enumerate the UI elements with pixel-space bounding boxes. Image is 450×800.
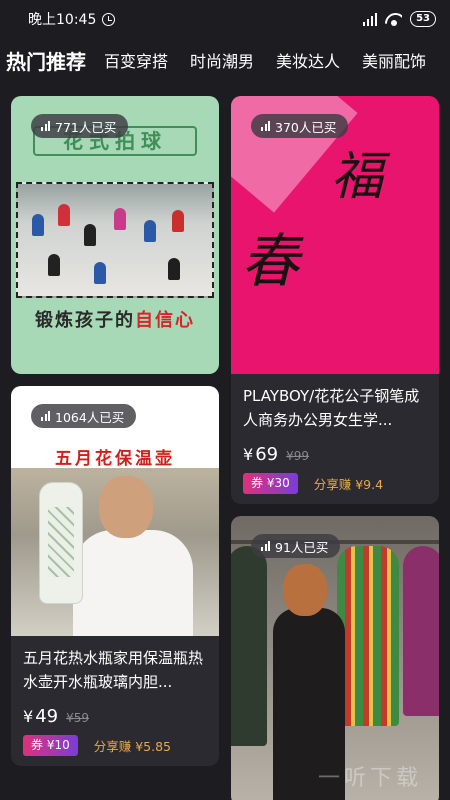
flask-shape	[39, 482, 83, 604]
buyers-bars-icon	[41, 121, 50, 131]
product-image	[231, 516, 439, 800]
promo-row: 券 ¥10 分享赚 ¥5.85	[23, 735, 207, 756]
category-tabs: 热门推荐 百变穿搭 时尚潮男 美妆达人 美丽配饰	[0, 40, 450, 80]
watermark: 一听下载	[318, 766, 423, 791]
share-earn[interactable]: 分享赚 ¥9.4	[314, 474, 383, 493]
left-column: 771人已买 花式拍球 锻炼孩子的自信心 1064人已买 五月花保温壶 五月花热…	[11, 96, 219, 778]
calligraphy-char-1: 福	[331, 147, 384, 207]
product-card-ball[interactable]: 771人已买 花式拍球 锻炼孩子的自信心	[11, 96, 219, 374]
image-heading: 五月花保温壶	[55, 449, 175, 469]
kids-photo	[16, 182, 214, 298]
buyers-count: 91人已买	[275, 539, 329, 555]
share-earn[interactable]: 分享赚 ¥5.85	[94, 736, 171, 755]
status-bar: 晚上10:45 53	[0, 0, 450, 38]
status-indicators: 53	[362, 11, 436, 27]
product-card-dress[interactable]: 91人已买	[231, 516, 439, 800]
flask-photo	[11, 468, 219, 636]
card-info: PLAYBOY/花花公子钢笔成人商务办公男女生学... ¥69 ¥99 券 ¥3…	[231, 374, 439, 504]
tab-hot-recommend[interactable]: 热门推荐	[6, 46, 86, 75]
status-time: 晚上10:45	[28, 12, 97, 28]
tab-fashion-men[interactable]: 时尚潮男	[190, 48, 254, 72]
card-info: 五月花热水瓶家用保温瓶热水壶开水瓶玻璃内胆... ¥49 ¥59 券 ¥10 分…	[11, 636, 219, 766]
product-title: PLAYBOY/花花公子钢笔成人商务办公男女生学...	[243, 387, 420, 429]
promo-row: 券 ¥30 分享赚 ¥9.4	[243, 473, 427, 494]
coupon-badge[interactable]: 券 ¥30	[243, 473, 298, 494]
buyers-badge: 370人已买	[251, 114, 349, 138]
calligraphy-char-2: 春	[241, 227, 300, 295]
tab-beauty[interactable]: 美妆达人	[276, 48, 340, 72]
price: ¥49	[23, 706, 59, 727]
image-caption: 锻炼孩子的自信心	[35, 310, 195, 331]
buyers-count: 1064人已买	[55, 409, 125, 425]
buyers-bars-icon	[41, 411, 50, 421]
alarm-icon	[102, 12, 116, 26]
signal-icon	[362, 12, 378, 26]
buyers-bars-icon	[261, 541, 270, 551]
original-price: ¥99	[286, 449, 309, 463]
tab-accessories[interactable]: 美丽配饰	[362, 48, 426, 72]
battery-icon: 53	[410, 11, 436, 27]
price-row: ¥69 ¥99	[243, 444, 427, 465]
wifi-icon	[385, 13, 402, 26]
buyers-count: 370人已买	[275, 119, 337, 135]
product-card-pen[interactable]: 370人已买 福 春 PLAYBOY/花花公子钢笔成人商务办公男女生学... ¥…	[231, 96, 439, 504]
right-column: 370人已买 福 春 PLAYBOY/花花公子钢笔成人商务办公男女生学... ¥…	[231, 96, 439, 800]
buyers-badge: 771人已买	[31, 114, 129, 138]
coupon-badge[interactable]: 券 ¥10	[23, 735, 78, 756]
price: ¥69	[243, 444, 279, 465]
buyers-count: 771人已买	[55, 119, 117, 135]
buyers-badge: 91人已买	[251, 534, 341, 558]
product-title: 五月花热水瓶家用保温瓶热水壶开水瓶玻璃内胆...	[23, 649, 204, 691]
original-price: ¥59	[66, 711, 89, 725]
buyers-badge: 1064人已买	[31, 404, 137, 428]
buyers-bars-icon	[261, 121, 270, 131]
price-row: ¥49 ¥59	[23, 706, 207, 727]
product-card-flask[interactable]: 1064人已买 五月花保温壶 五月花热水瓶家用保温瓶热水壶开水瓶玻璃内胆... …	[11, 386, 219, 766]
tab-outfits[interactable]: 百变穿搭	[104, 48, 168, 72]
